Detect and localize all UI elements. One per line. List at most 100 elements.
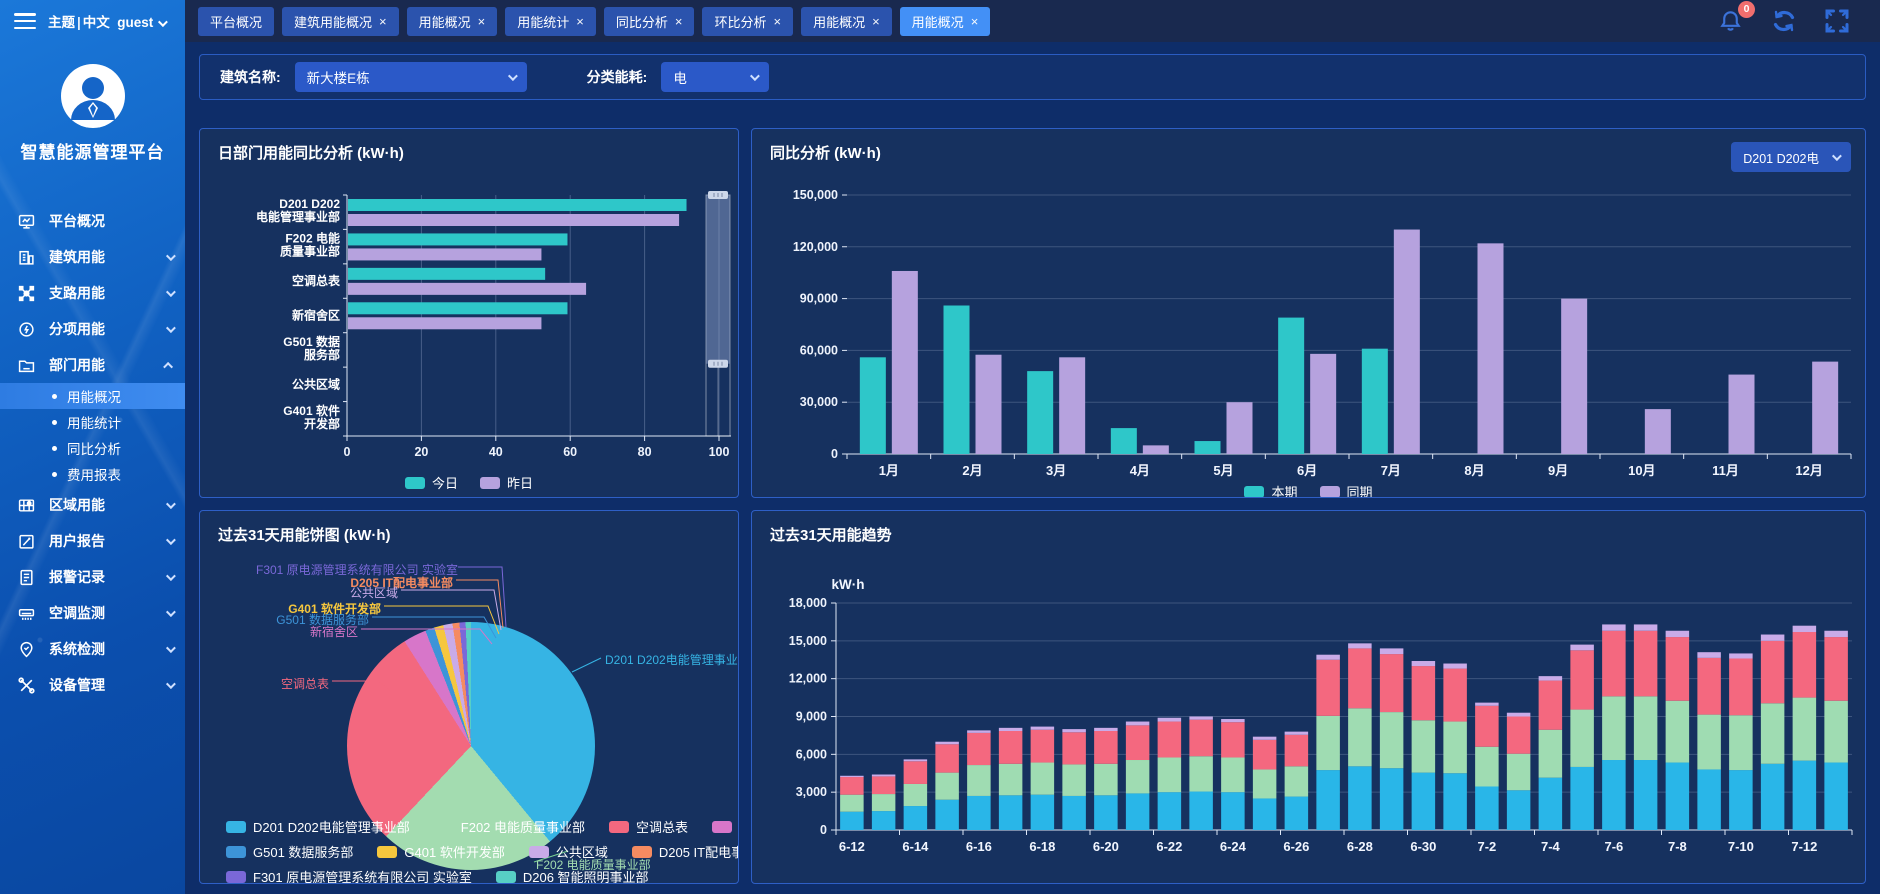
tab-mom-analysis[interactable]: 环比分析× xyxy=(702,7,793,36)
legend-item[interactable]: G401 软件开发部 xyxy=(377,842,504,861)
topbar: 平台概况 建筑用能概况× 用能概况× 用能统计× 同比分析× 环比分析× 用能概… xyxy=(185,0,1880,42)
svg-text:100: 100 xyxy=(709,445,730,459)
chevron-down-icon xyxy=(166,571,176,581)
pie-callout-hvac-total: 空调总表 xyxy=(200,675,329,692)
datazoom-slider[interactable] xyxy=(706,191,730,436)
sidebar-item-alarm-records[interactable]: 报警记录 xyxy=(0,559,185,595)
chevron-down-icon xyxy=(166,643,176,653)
svg-text:30,000: 30,000 xyxy=(800,395,838,409)
legend-swatch xyxy=(226,821,246,833)
sidebar-header: 主题|中文 guest xyxy=(0,0,185,42)
svg-text:6-24: 6-24 xyxy=(1220,839,1247,854)
svg-text:G501 数据服务部: G501 数据服务部 xyxy=(283,334,340,362)
energy-type-label: 分类能耗: xyxy=(587,67,648,87)
sidebar-item-subitem-energy[interactable]: 分项用能 xyxy=(0,311,185,347)
svg-text:6-30: 6-30 xyxy=(1410,839,1436,854)
sidebar-subitem-energy-statistics[interactable]: 用能统计 xyxy=(0,409,185,435)
svg-text:3月: 3月 xyxy=(1046,463,1066,478)
legend-item-same-period[interactable]: 同期 xyxy=(1320,482,1373,498)
chart-legend: 今日 昨日 xyxy=(200,473,738,492)
tab-energy-overview-3-active[interactable]: 用能概况× xyxy=(900,7,991,36)
legend-item[interactable]: 新宿舍区 xyxy=(712,817,739,836)
sidebar-item-user-report[interactable]: 用户报告 xyxy=(0,523,185,559)
sidebar-item-department-energy[interactable]: 部门用能 xyxy=(0,347,185,383)
chevron-down-icon xyxy=(750,71,760,81)
fullscreen-button[interactable] xyxy=(1824,8,1850,34)
sidebar-item-system-check[interactable]: 系统检测 xyxy=(0,631,185,667)
notification-bell-button[interactable]: 0 xyxy=(1717,8,1744,35)
tab-energy-statistics[interactable]: 用能统计× xyxy=(505,7,596,36)
chevron-down-icon xyxy=(158,17,168,27)
svg-text:150,000: 150,000 xyxy=(793,188,838,202)
chevron-down-icon xyxy=(166,323,176,333)
svg-text:40: 40 xyxy=(489,445,503,459)
svg-text:7-10: 7-10 xyxy=(1728,839,1754,854)
energy-type-select[interactable]: 电 xyxy=(661,62,769,92)
svg-text:1月: 1月 xyxy=(879,463,899,478)
sidebar-subitem-cost-report[interactable]: 费用报表 xyxy=(0,461,185,487)
legend-item[interactable]: 公共区域 xyxy=(529,842,608,861)
tab-yoy-analysis[interactable]: 同比分析× xyxy=(604,7,695,36)
legend-item[interactable]: D205 IT配电事业部 xyxy=(632,842,739,861)
close-icon[interactable]: × xyxy=(971,14,979,29)
legend-item[interactable]: D201 D202电能管理事业部 xyxy=(226,817,410,836)
legend-item-current-period[interactable]: 本期 xyxy=(1244,482,1297,498)
svg-text:11月: 11月 xyxy=(1712,463,1739,478)
close-icon[interactable]: × xyxy=(872,14,880,29)
yoy-analysis-panel: 同比分析 (kW·h) D201 D202电 030,00060,00090,0… xyxy=(751,128,1866,498)
building-select[interactable]: 新大楼E栋 xyxy=(295,62,527,92)
sidebar-item-branch-energy[interactable]: 支路用能 xyxy=(0,275,185,311)
svg-text:6-16: 6-16 xyxy=(966,839,992,854)
legend-item[interactable]: F301 原电源管理系统有限公司 实验室 xyxy=(226,867,472,884)
legend-item[interactable]: G501 数据服务部 xyxy=(226,842,353,861)
legend-item-yesterday[interactable]: 昨日 xyxy=(480,473,533,492)
legend-swatch xyxy=(434,821,454,833)
svg-text:60,000: 60,000 xyxy=(800,343,838,357)
chevron-down-icon xyxy=(166,679,176,689)
close-icon[interactable]: × xyxy=(576,14,584,29)
svg-text:6-12: 6-12 xyxy=(839,839,865,854)
hamburger-menu-icon[interactable] xyxy=(14,13,36,29)
avatar xyxy=(61,64,125,128)
pie-callout-dormitory: 新宿舍区 xyxy=(200,623,358,640)
legend-swatch xyxy=(480,477,500,489)
svg-text:公共区域: 公共区域 xyxy=(292,376,340,391)
legend-item-today[interactable]: 今日 xyxy=(405,473,458,492)
legend-item[interactable]: F202 电能质量事业部 xyxy=(434,817,585,836)
panel-title: 同比分析 (kW·h) xyxy=(770,142,881,163)
close-icon[interactable]: × xyxy=(478,14,486,29)
svg-text:20: 20 xyxy=(414,445,428,459)
category-icon xyxy=(18,321,35,338)
sidebar-subitem-energy-overview[interactable]: 用能概况 xyxy=(0,383,185,409)
legend-item[interactable]: 空调总表 xyxy=(609,817,688,836)
language-toggle[interactable]: 中文 xyxy=(83,15,110,30)
department-select[interactable]: D201 D202电 xyxy=(1731,142,1851,172)
sidebar-item-device-management[interactable]: 设备管理 xyxy=(0,667,185,703)
svg-text:8月: 8月 xyxy=(1464,463,1484,478)
legend-swatch xyxy=(1244,486,1264,498)
tab-energy-overview-2[interactable]: 用能概况× xyxy=(801,7,892,36)
close-icon[interactable]: × xyxy=(773,14,781,29)
sidebar-item-hvac-monitor[interactable]: 空调监测 xyxy=(0,595,185,631)
topbar-icons: 0 xyxy=(1717,7,1850,35)
sidebar-item-building-energy[interactable]: 建筑用能 xyxy=(0,239,185,275)
chevron-down-icon xyxy=(166,251,176,261)
sidebar-item-region-energy[interactable]: 区域用能 xyxy=(0,487,185,523)
tab-energy-overview-1[interactable]: 用能概况× xyxy=(407,7,498,36)
sidebar-item-platform-overview[interactable]: 平台概况 xyxy=(0,203,185,239)
close-icon[interactable]: × xyxy=(675,14,683,29)
tab-platform-overview[interactable]: 平台概况 xyxy=(198,7,274,36)
svg-text:6-20: 6-20 xyxy=(1093,839,1119,854)
chevron-down-icon xyxy=(1832,151,1842,161)
user-menu[interactable]: guest xyxy=(117,15,153,30)
yoy-analysis-chart: 030,00060,00090,000120,000150,0001月2月3月4… xyxy=(752,129,1865,497)
sidebar-subitem-yoy-analysis[interactable]: 同比分析 xyxy=(0,435,185,461)
close-icon[interactable]: × xyxy=(379,14,387,29)
svg-text:7-6: 7-6 xyxy=(1604,839,1623,854)
theme-toggle[interactable]: 主题 xyxy=(48,15,75,30)
legend-item[interactable]: D206 智能照明事业部 xyxy=(496,867,649,884)
pie-callout-public-area: 公共区域 xyxy=(200,584,398,601)
svg-text:G401 软件开发部: G401 软件开发部 xyxy=(283,403,340,431)
refresh-button[interactable] xyxy=(1770,7,1798,35)
tab-building-energy-overview[interactable]: 建筑用能概况× xyxy=(282,7,399,36)
